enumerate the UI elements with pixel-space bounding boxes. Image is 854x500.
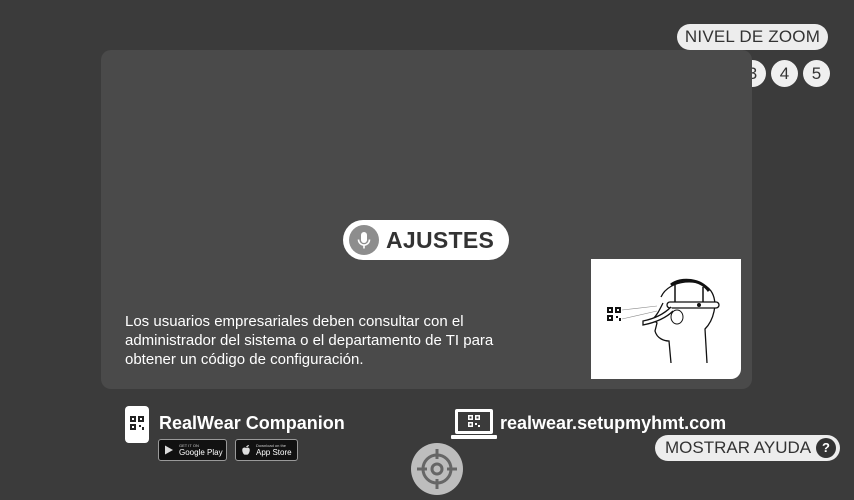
qr-code-icon [607,307,621,321]
phone-qr-icon [125,406,149,443]
help-question-icon: ? [816,438,836,458]
enterprise-info-text: Los usuarios empresariales deben consult… [125,313,494,368]
headset-qr-illustration [591,259,741,379]
show-help-label: MOSTRAR AYUDA [665,438,812,457]
microphone-icon [349,225,379,255]
zoom-level-4-button[interactable]: 4 [771,60,798,87]
apple-icon [242,445,250,455]
google-play-badge[interactable]: GET IT ON Google Play [158,439,227,461]
app-store-badge[interactable]: Download on the App Store [235,439,298,461]
zoom-level-label: NIVEL DE ZOOM [677,24,828,50]
companion-app-label: RealWear Companion [159,413,345,433]
zoom-level-5-button[interactable]: 5 [803,60,830,87]
setup-website-label: realwear.setupmyhmt.com [500,413,727,433]
crosshair-icon [411,443,463,495]
google-play-icon [165,445,173,455]
settings-button[interactable]: AJUSTES [343,220,509,260]
settings-button-label: AJUSTES [386,227,495,253]
laptop-qr-icon [451,409,497,440]
show-help-button[interactable]: MOSTRAR AYUDA ? [655,435,840,461]
app-store-badge-text: App Store [256,448,292,457]
google-play-badge-text: Google Play [179,448,223,457]
